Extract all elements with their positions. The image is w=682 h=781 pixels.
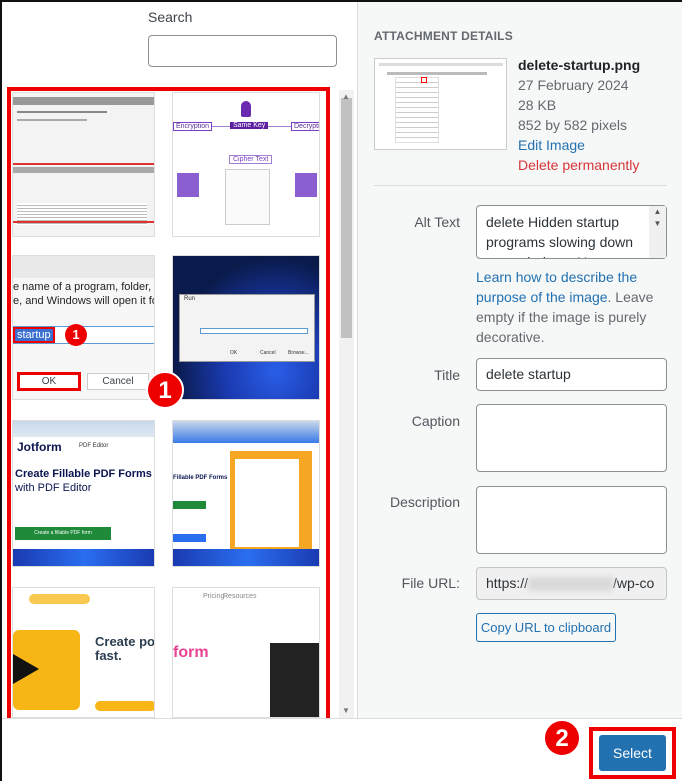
attachment-thumbnail[interactable]: Encryption Same Key Decryption Cipher Te… [172, 92, 320, 237]
attachment-dimensions: 852 by 582 pixels [518, 117, 627, 133]
step-badge: 1 [146, 371, 184, 409]
thumb-text: Jotform [17, 440, 62, 454]
caption-label: Caption [411, 413, 460, 429]
thumb-text: OK [17, 372, 81, 391]
thumb-text: e, and Windows will open it for you. [13, 295, 154, 307]
search-input[interactable] [148, 35, 337, 67]
edit-image-link[interactable]: Edit Image [518, 135, 585, 155]
scroll-down-arrow-icon[interactable]: ▼ [342, 706, 350, 715]
thumb-text: Create Fillable PDF Forms [15, 468, 152, 480]
thumb-text: Pricing [203, 593, 225, 600]
search-label: Search [148, 9, 193, 25]
thumb-text: startup [13, 327, 55, 343]
alt-text-label: Alt Text [414, 214, 460, 230]
scroll-up-arrow-icon[interactable]: ▲ [342, 92, 350, 101]
file-url-label: File URL: [401, 575, 460, 591]
thumb-text: Browse... [288, 350, 309, 356]
thumb-label: Encryption [173, 122, 213, 131]
thumb-text: PDF Editor [79, 443, 109, 449]
scrollbar-thumb[interactable] [341, 98, 352, 338]
title-field[interactable]: delete startup [476, 358, 667, 391]
thumb-text: e name of a program, folder, documen [13, 281, 154, 293]
copy-url-button[interactable]: Copy URL to clipboard [476, 613, 616, 642]
attachment-thumbnail[interactable]: Pricing Resources form [172, 587, 320, 718]
description-label: Description [389, 494, 460, 510]
blurred-domain [528, 577, 614, 592]
thumb-text: fast. [95, 648, 122, 663]
attachment-thumbnail[interactable]: Run OK Cancel Browse... [172, 255, 320, 400]
media-library-panel: Search Encryption Same Key Decryption Ci… [2, 2, 357, 726]
select-button[interactable]: Select [599, 735, 666, 771]
details-heading: ATTACHMENT DETAILS [374, 29, 513, 43]
alt-text-scrollbar[interactable]: ▲ ▼ [649, 206, 666, 258]
thumb-badge: 1 [65, 324, 87, 346]
thumb-text: Fillable PDF Forms [173, 475, 228, 481]
attachment-date: 27 February 2024 [518, 77, 629, 93]
thumb-text: Resources [223, 593, 257, 600]
thumb-text: with PDF Editor [15, 482, 92, 494]
attachment-details-sidebar: ATTACHMENT DETAILS delete-startup.png 27… [357, 2, 682, 718]
file-url-suffix: /wp-co [613, 575, 655, 591]
attachment-filename: delete-startup.png [518, 57, 641, 73]
attachment-thumbnail[interactable] [12, 92, 155, 237]
thumb-text: form [173, 644, 209, 661]
thumb-text: Create a fillable PDF form [15, 527, 111, 540]
step-badge: 2 [543, 719, 581, 757]
title-label: Title [434, 367, 460, 383]
attachment-thumbnail[interactable]: Create pow fast. [12, 587, 155, 718]
thumb-label: Decryption [291, 122, 319, 131]
attachment-thumbnail[interactable]: e name of a program, folder, documen e, … [12, 255, 155, 400]
attachment-preview [374, 58, 507, 150]
thumb-text: Run [184, 296, 196, 302]
attachment-thumbnail[interactable]: Fillable PDF Forms [172, 420, 320, 567]
attachment-thumbnail[interactable]: Jotform PDF Editor Create Fillable PDF F… [12, 420, 155, 567]
thumb-text: OK [230, 350, 238, 356]
description-field[interactable] [476, 486, 667, 554]
divider [374, 185, 667, 186]
thumb-label: Cipher Text [229, 155, 273, 164]
thumb-label: Same Key [230, 122, 269, 129]
delete-permanently-link[interactable]: Delete permanently [518, 155, 639, 175]
attachment-size: 28 KB [518, 97, 557, 113]
thumb-text: Create pow [95, 634, 155, 649]
media-modal-toolbar [2, 718, 682, 781]
file-url-field[interactable]: https:// /wp-co [476, 567, 667, 600]
alt-text-field[interactable]: delete Hidden startup programs slowing d… [476, 205, 667, 259]
caption-field[interactable] [476, 404, 667, 472]
thumb-text: Cancel [260, 350, 276, 356]
alt-text-help: Learn how to describe the purpose of the… [476, 267, 671, 347]
file-url-prefix: https:// [486, 575, 529, 591]
thumb-text: Cancel [87, 373, 149, 390]
